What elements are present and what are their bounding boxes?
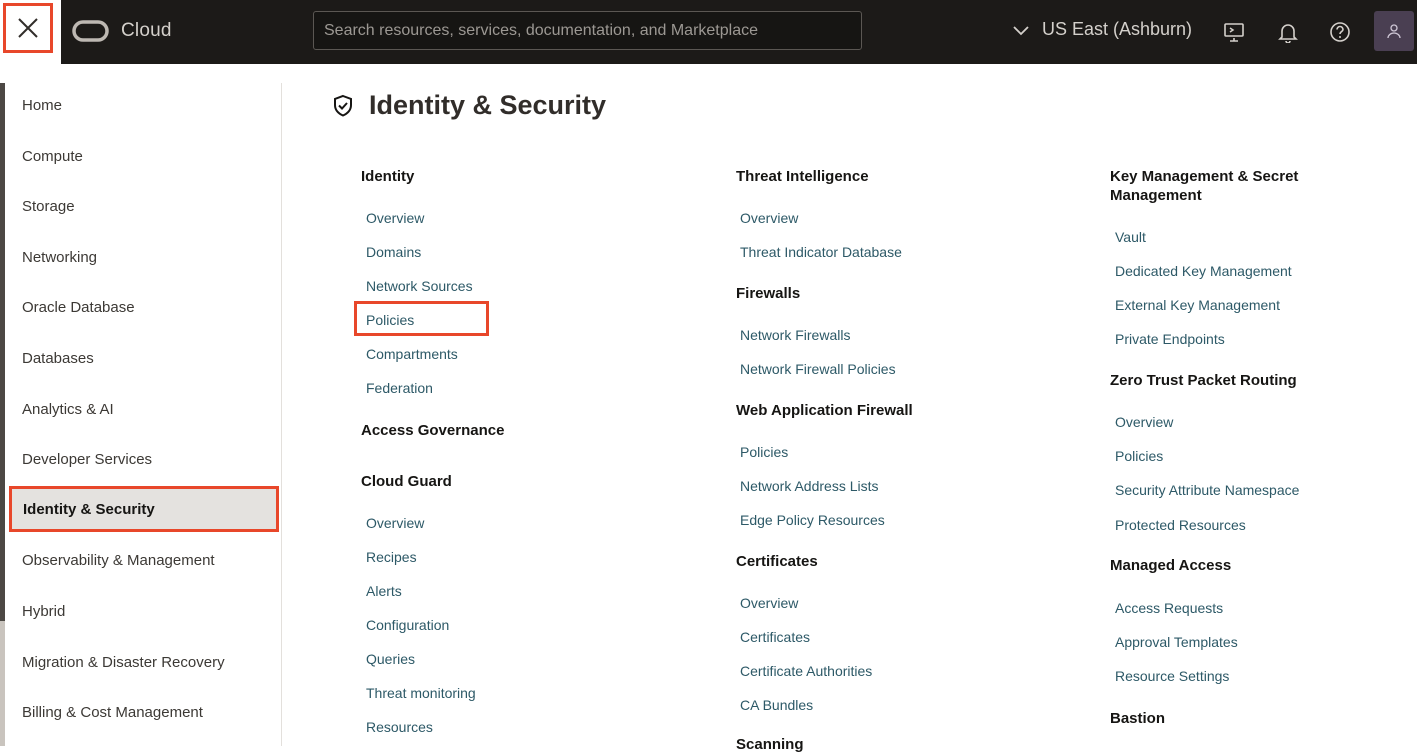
link-edge-policy-resources[interactable]: Edge Policy Resources [740,512,885,528]
section-heading-firewalls: Firewalls [736,285,801,302]
page-title-row: Identity & Security [331,90,606,121]
link-cloud-guard-overview[interactable]: Overview [366,515,424,531]
bell-icon [1278,24,1298,43]
page-title: Identity & Security [369,90,607,120]
help-button[interactable] [1327,19,1353,45]
section-heading-cloud-guard: Cloud Guard [361,473,452,490]
sidebar-item-networking[interactable]: Networking [22,249,97,266]
link-compartments[interactable]: Compartments [366,346,458,362]
sidebar-item-oracle-database[interactable]: Oracle Database [22,299,135,316]
link-network-firewalls[interactable]: Network Firewalls [740,327,850,343]
link-recipes[interactable]: Recipes [366,549,417,565]
link-federation[interactable]: Federation [366,380,433,396]
user-icon [1387,24,1401,39]
region-selector[interactable]: US East (Ashburn) [1012,19,1192,40]
sidebar-item-hybrid[interactable]: Hybrid [22,603,65,620]
link-external-key-management[interactable]: External Key Management [1115,297,1280,313]
link-network-address-lists[interactable]: Network Address Lists [740,478,879,494]
sidebar-item-compute[interactable]: Compute [22,148,83,165]
link-configuration[interactable]: Configuration [366,617,449,633]
link-identity-overview[interactable]: Overview [366,210,424,226]
profile-avatar-button[interactable] [1374,11,1414,51]
sidebar-item-identity-security[interactable]: Identity & Security [9,486,279,532]
section-heading-identity: Identity [361,168,415,185]
link-network-firewall-policies[interactable]: Network Firewall Policies [740,361,896,377]
sidebar-item-migration-disaster-recovery[interactable]: Migration & Disaster Recovery [22,654,225,671]
help-icon [1330,22,1350,42]
sidebar-item-databases[interactable]: Databases [22,350,94,367]
section-heading-zero-trust-packet-routing: Zero Trust Packet Routing [1110,372,1297,389]
section-heading-bastion[interactable]: Bastion [1110,709,1165,728]
link-domains[interactable]: Domains [366,244,421,260]
link-ztpr-policies[interactable]: Policies [1115,448,1163,464]
link-queries[interactable]: Queries [366,651,415,667]
chevron-down-icon [1012,21,1030,39]
cloud-shell-button[interactable] [1221,19,1247,45]
link-alerts[interactable]: Alerts [366,583,402,599]
sidebar-item-analytics-ai[interactable]: Analytics & AI [22,401,114,418]
notifications-button[interactable] [1275,19,1301,45]
sidebar-item-storage[interactable]: Storage [22,198,75,215]
section-heading-threat-intelligence: Threat Intelligence [736,168,869,185]
link-resources[interactable]: Resources [366,719,433,735]
link-threat-intel-overview[interactable]: Overview [740,210,798,226]
oracle-cloud-logo[interactable]: Cloud [72,20,172,42]
close-menu-button[interactable] [3,3,53,53]
link-identity-policies[interactable]: Policies [366,312,414,328]
link-ztpr-overview[interactable]: Overview [1115,414,1173,430]
link-approval-templates[interactable]: Approval Templates [1115,634,1238,650]
search-input[interactable] [313,11,862,50]
close-menu-area [0,0,61,64]
sidebar-item-home[interactable]: Home [22,97,62,114]
section-heading-certificates: Certificates [736,553,818,570]
sidebar-item-developer-services[interactable]: Developer Services [22,451,152,468]
link-private-endpoints[interactable]: Private Endpoints [1115,331,1225,347]
oracle-logo-icon [72,20,109,42]
section-heading-managed-access: Managed Access [1110,557,1232,574]
link-access-requests[interactable]: Access Requests [1115,600,1223,616]
region-label: US East (Ashburn) [1042,19,1193,39]
link-resource-settings[interactable]: Resource Settings [1115,668,1229,684]
link-ca-bundles[interactable]: CA Bundles [740,697,813,713]
brand-label: Cloud [121,20,172,41]
link-certificate-authorities[interactable]: Certificate Authorities [740,663,872,679]
link-certificates[interactable]: Certificates [740,629,810,645]
cloud-shell-icon [1224,23,1244,42]
shield-check-icon [334,94,352,117]
close-icon [18,18,38,38]
sidebar-scroll-rail-lower [0,621,5,746]
navigation-sidebar: Home Compute Storage Networking Oracle D… [0,83,282,746]
link-waf-policies[interactable]: Policies [740,444,788,460]
link-certificates-overview[interactable]: Overview [740,595,798,611]
link-dedicated-key-management[interactable]: Dedicated Key Management [1115,263,1292,279]
link-vault[interactable]: Vault [1115,229,1146,245]
sidebar-item-observability-management[interactable]: Observability & Management [22,552,215,569]
top-bar: Cloud US East (Ashburn) [0,0,1417,64]
link-security-attribute-namespace[interactable]: Security Attribute Namespace [1115,482,1299,498]
section-heading-scanning: Scanning [736,736,804,753]
section-heading-key-management: Key Management & Secret Management [1110,168,1299,204]
section-heading-access-governance[interactable]: Access Governance [361,421,504,440]
section-heading-waf: Web Application Firewall [736,402,913,419]
link-threat-indicator-database[interactable]: Threat Indicator Database [740,244,902,260]
link-threat-monitoring[interactable]: Threat monitoring [366,685,476,701]
link-network-sources[interactable]: Network Sources [366,278,473,294]
sidebar-item-billing-cost-management[interactable]: Billing & Cost Management [22,704,203,721]
link-protected-resources[interactable]: Protected Resources [1115,517,1246,533]
